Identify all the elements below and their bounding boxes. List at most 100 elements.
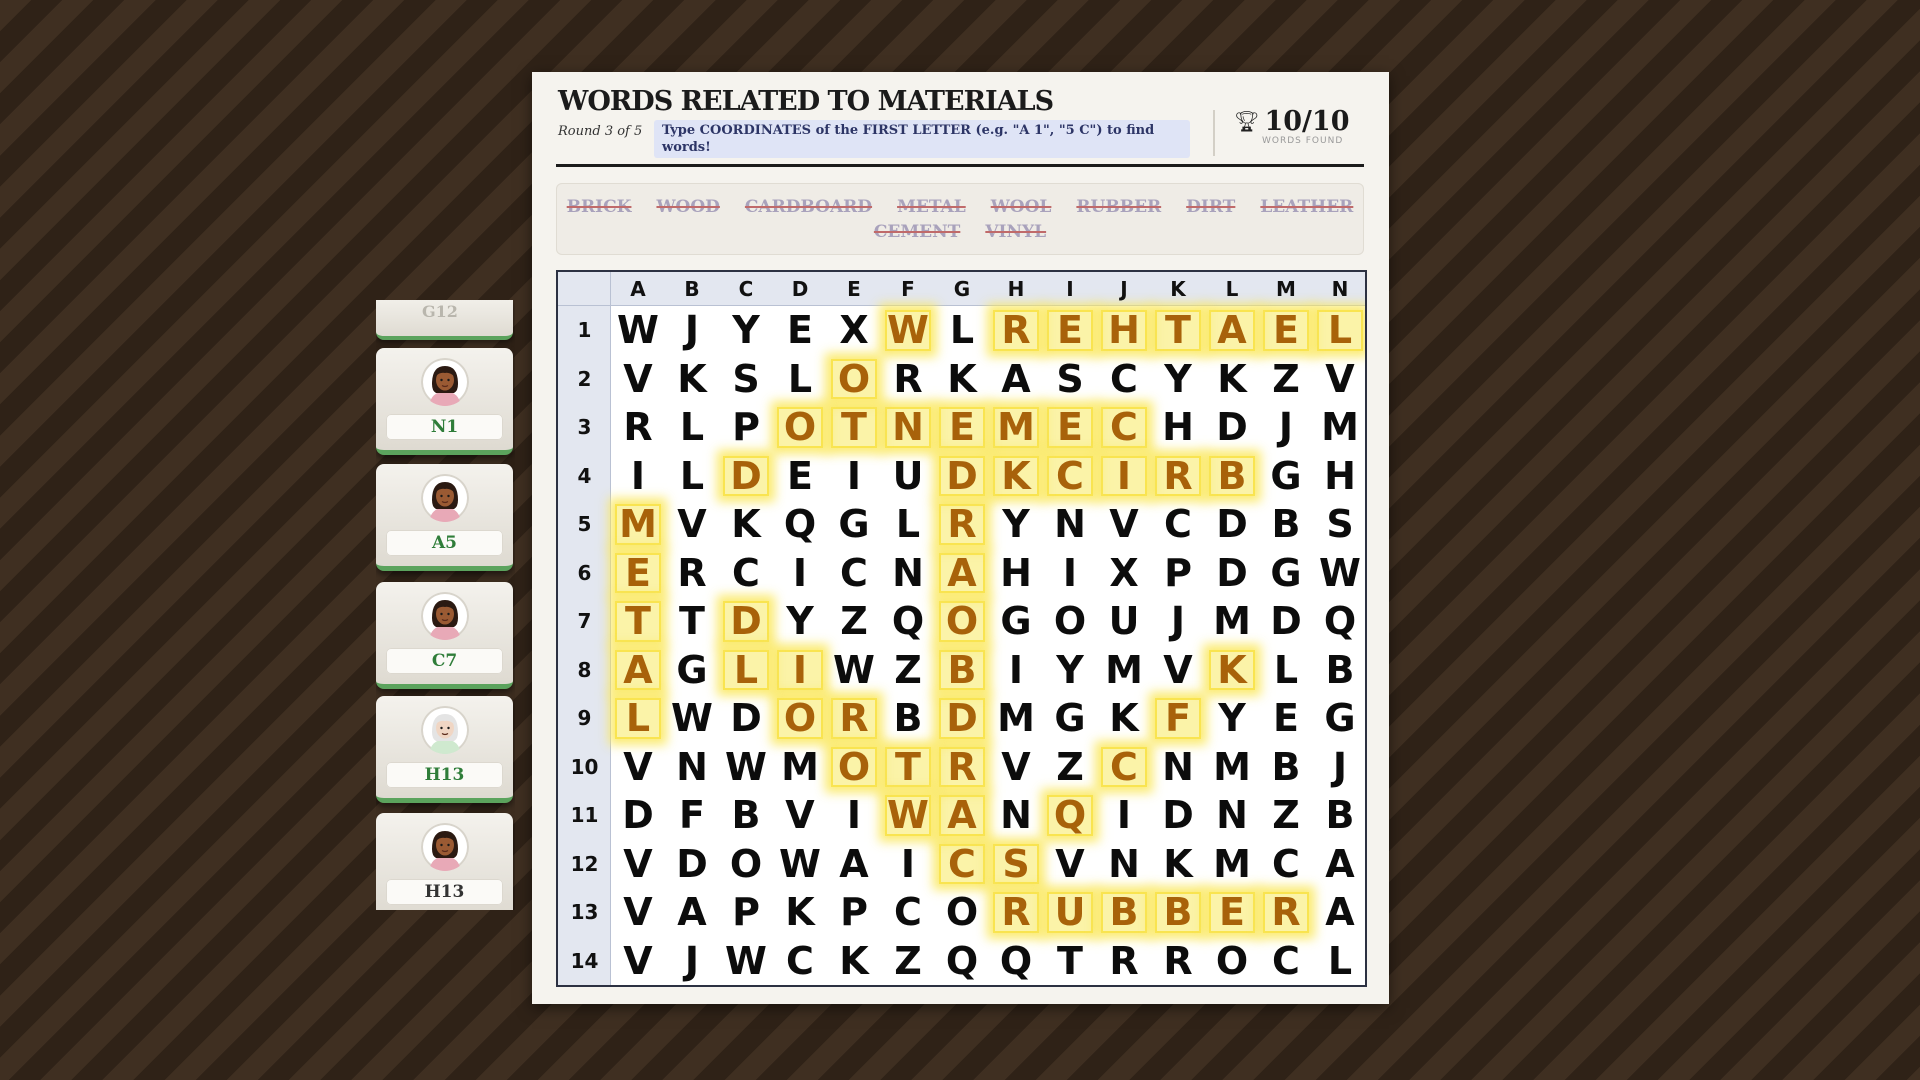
grid-cell[interactable]: I [989, 646, 1043, 694]
grid-cell[interactable]: U [1097, 597, 1151, 645]
grid-cell[interactable]: K [665, 355, 719, 403]
grid-cell[interactable]: G [1259, 452, 1313, 500]
grid-cell[interactable]: B [1313, 646, 1365, 694]
grid-cell[interactable]: I [1043, 549, 1097, 597]
grid-cell[interactable]: C [827, 549, 881, 597]
grid-cell[interactable]: W [719, 743, 773, 791]
grid-cell[interactable]: W [773, 840, 827, 888]
grid-cell[interactable]: J [665, 306, 719, 354]
grid-cell[interactable]: A [935, 549, 989, 597]
grid-cell[interactable]: M [989, 694, 1043, 742]
grid-cell[interactable]: M [1313, 403, 1365, 451]
grid-cell[interactable]: W [665, 694, 719, 742]
grid-cell[interactable]: C [1259, 840, 1313, 888]
grid-cell[interactable]: Q [935, 937, 989, 985]
grid-cell[interactable]: I [827, 452, 881, 500]
grid-cell[interactable]: M [1097, 646, 1151, 694]
grid-cell[interactable]: E [935, 403, 989, 451]
grid-cell[interactable]: R [1151, 937, 1205, 985]
grid-cell[interactable]: N [1205, 791, 1259, 839]
grid-cell[interactable]: O [935, 888, 989, 936]
grid-cell[interactable]: W [881, 791, 935, 839]
grid-cell[interactable]: O [935, 597, 989, 645]
grid-cell[interactable]: S [719, 355, 773, 403]
grid-cell[interactable]: V [611, 743, 665, 791]
grid-cell[interactable]: Y [773, 597, 827, 645]
grid-cell[interactable]: O [1205, 937, 1259, 985]
grid-cell[interactable]: X [827, 306, 881, 354]
grid-cell[interactable]: J [1151, 597, 1205, 645]
grid-cell[interactable]: I [881, 840, 935, 888]
grid-cell[interactable]: J [1259, 403, 1313, 451]
grid-cell[interactable]: P [1151, 549, 1205, 597]
grid-cell[interactable]: V [611, 840, 665, 888]
grid-cell[interactable]: V [1097, 500, 1151, 548]
grid-cell[interactable]: Y [1151, 355, 1205, 403]
grid-cell[interactable]: V [611, 355, 665, 403]
grid-cell[interactable]: R [881, 355, 935, 403]
grid-cell[interactable]: N [1151, 743, 1205, 791]
grid-cell[interactable]: R [989, 888, 1043, 936]
grid-cell[interactable]: I [773, 646, 827, 694]
grid-cell[interactable]: K [1205, 646, 1259, 694]
grid-cell[interactable]: J [1313, 743, 1365, 791]
grid-cell[interactable]: O [773, 403, 827, 451]
grid-cell[interactable]: D [719, 597, 773, 645]
grid-cell[interactable]: J [665, 937, 719, 985]
grid-cell[interactable]: C [1097, 743, 1151, 791]
grid-cell[interactable]: V [611, 937, 665, 985]
grid-cell[interactable]: U [1043, 888, 1097, 936]
grid-cell[interactable]: U [881, 452, 935, 500]
grid-cell[interactable]: Z [881, 646, 935, 694]
grid-cell[interactable]: Z [1259, 791, 1313, 839]
grid-cell[interactable]: E [1043, 403, 1097, 451]
grid-cell[interactable]: G [1259, 549, 1313, 597]
grid-cell[interactable]: V [1043, 840, 1097, 888]
grid-cell[interactable]: R [1151, 452, 1205, 500]
grid-cell[interactable]: C [1043, 452, 1097, 500]
grid-cell[interactable]: Y [1043, 646, 1097, 694]
grid-cell[interactable]: V [1151, 646, 1205, 694]
grid-cell[interactable]: R [935, 500, 989, 548]
grid-cell[interactable]: V [989, 743, 1043, 791]
grid-cell[interactable]: B [1259, 500, 1313, 548]
grid-cell[interactable]: H [989, 549, 1043, 597]
grid-cell[interactable]: M [1205, 840, 1259, 888]
grid-cell[interactable]: R [1097, 937, 1151, 985]
grid-cell[interactable]: B [1097, 888, 1151, 936]
grid-cell[interactable]: I [611, 452, 665, 500]
grid-cell[interactable]: L [773, 355, 827, 403]
grid-cell[interactable]: M [611, 500, 665, 548]
grid-cell[interactable]: Z [1043, 743, 1097, 791]
grid-cell[interactable]: Z [1259, 355, 1313, 403]
grid-cell[interactable]: R [611, 403, 665, 451]
grid-cell[interactable]: I [1097, 452, 1151, 500]
grid-cell[interactable]: H [1151, 403, 1205, 451]
grid-cell[interactable]: Z [827, 597, 881, 645]
grid-cell[interactable]: C [773, 937, 827, 985]
grid-cell[interactable]: D [611, 791, 665, 839]
grid-cell[interactable]: E [1205, 888, 1259, 936]
grid-cell[interactable]: L [1313, 937, 1365, 985]
grid-cell[interactable]: A [1205, 306, 1259, 354]
grid-cell[interactable]: V [1313, 355, 1365, 403]
grid-cell[interactable]: R [935, 743, 989, 791]
grid-cell[interactable]: R [827, 694, 881, 742]
grid-cell[interactable]: O [719, 840, 773, 888]
grid-cell[interactable]: E [773, 306, 827, 354]
grid-cell[interactable]: L [665, 452, 719, 500]
grid-cell[interactable]: O [827, 355, 881, 403]
grid-cell[interactable]: B [1313, 791, 1365, 839]
grid-cell[interactable]: P [827, 888, 881, 936]
grid-cell[interactable]: E [1259, 694, 1313, 742]
grid-cell[interactable]: Q [881, 597, 935, 645]
grid-cell[interactable]: T [611, 597, 665, 645]
grid-cell[interactable]: S [1043, 355, 1097, 403]
grid-cell[interactable]: A [1313, 888, 1365, 936]
grid-cell[interactable]: D [1205, 403, 1259, 451]
grid-cell[interactable]: M [989, 403, 1043, 451]
grid-cell[interactable]: T [1151, 306, 1205, 354]
grid-cell[interactable]: C [935, 840, 989, 888]
grid-cell[interactable]: N [989, 791, 1043, 839]
grid-cell[interactable]: O [1043, 597, 1097, 645]
